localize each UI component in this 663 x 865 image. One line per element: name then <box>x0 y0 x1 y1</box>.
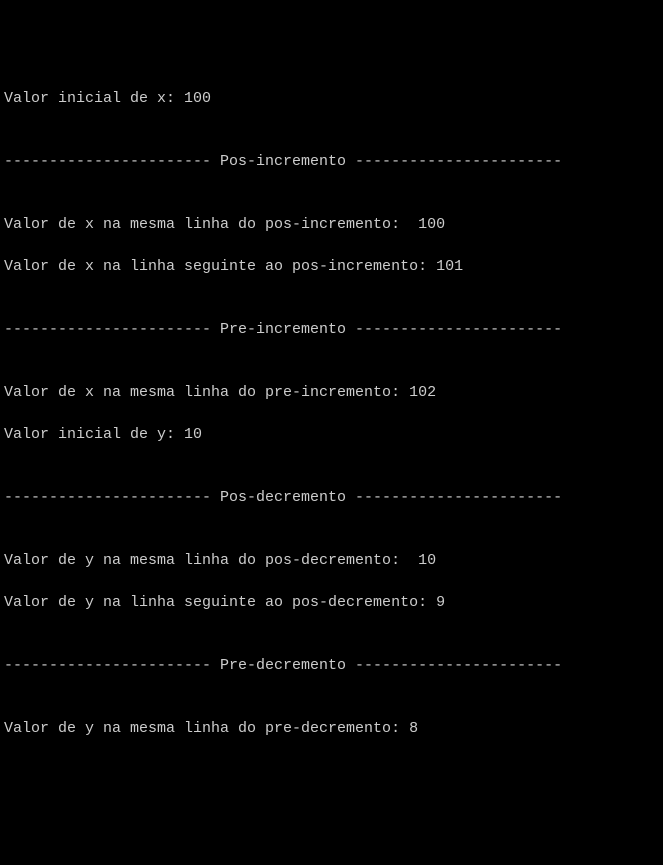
section-header: ----------------------- Pre-decremento -… <box>4 655 659 676</box>
output-line: Valor inicial de x: 100 <box>4 88 659 109</box>
output-line: Valor de x na linha seguinte ao pos-incr… <box>4 256 659 277</box>
section-header: ----------------------- Pos-incremento -… <box>4 151 659 172</box>
output-line: Valor de x na mesma linha do pre-increme… <box>4 382 659 403</box>
output-line: Valor de y na linha seguinte ao pos-decr… <box>4 592 659 613</box>
output-line: Valor de y na mesma linha do pre-decreme… <box>4 718 659 739</box>
output-line: Valor de y na mesma linha do pos-decreme… <box>4 550 659 571</box>
section-header: ----------------------- Pre-incremento -… <box>4 319 659 340</box>
output-line: Valor de x na mesma linha do pos-increme… <box>4 214 659 235</box>
section-header: ----------------------- Pos-decremento -… <box>4 487 659 508</box>
output-line: Valor inicial de y: 10 <box>4 424 659 445</box>
